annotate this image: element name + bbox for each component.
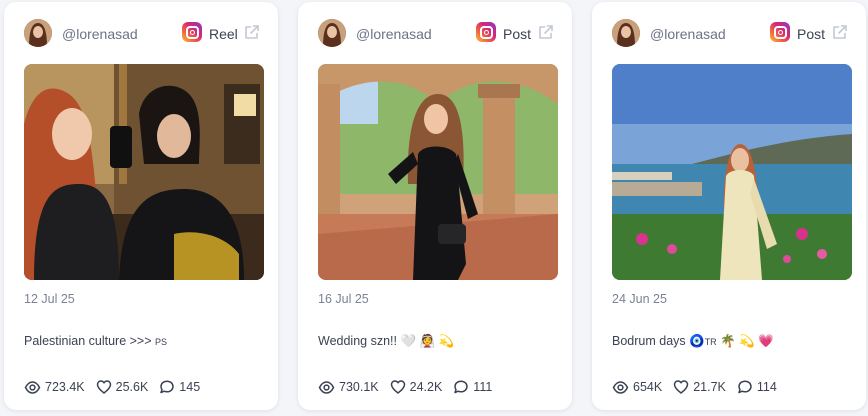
likes-stat: 25.6K	[96, 379, 149, 395]
comments-stat: 114	[737, 379, 777, 395]
instagram-icon	[182, 22, 202, 42]
external-link-icon[interactable]	[537, 23, 555, 41]
caption-flag: PS	[155, 337, 168, 347]
caption-text: Wedding szn!! 🤍 👰 💫	[318, 334, 455, 348]
card-header: @lorenasad Post	[298, 18, 572, 50]
post-card[interactable]: @lorenasad Post	[592, 2, 866, 410]
instagram-icon	[476, 22, 496, 42]
instagram-icon	[770, 22, 790, 42]
post-caption: Wedding szn!! 🤍 👰 💫	[318, 334, 454, 349]
external-link-icon[interactable]	[831, 23, 849, 41]
post-image[interactable]	[24, 64, 264, 280]
avatar[interactable]	[24, 19, 52, 47]
post-card[interactable]: @lorenasad Post	[298, 2, 572, 410]
post-image[interactable]	[318, 64, 558, 280]
post-card[interactable]: @lorenasad Reel 12 Jul 25 Palestinian cu…	[4, 2, 278, 410]
post-type-label: Post	[503, 26, 532, 42]
eye-icon	[24, 380, 41, 394]
comments-count: 111	[473, 380, 493, 394]
post-type-label: Post	[797, 26, 826, 42]
card-header: @lorenasad Post	[592, 18, 866, 50]
comments-stat: 145	[159, 379, 200, 395]
account-handle[interactable]: @lorenasad	[62, 26, 138, 42]
caption-flag: TR	[704, 337, 717, 347]
views-stat: 730.1K	[318, 379, 379, 396]
heart-icon	[96, 380, 111, 394]
likes-count: 25.6K	[115, 380, 149, 394]
avatar[interactable]	[612, 19, 640, 47]
post-caption: Bodrum days 🧿TR 🌴 💫 💗	[612, 334, 774, 349]
account-handle[interactable]: @lorenasad	[650, 26, 726, 42]
caption-emoji: 🌴 💫 💗	[716, 334, 774, 348]
comment-icon	[454, 380, 469, 394]
account-handle[interactable]: @lorenasad	[356, 26, 432, 42]
avatar[interactable]	[318, 19, 346, 47]
caption-text: Bodrum days 🧿	[612, 334, 705, 348]
post-date: 12 Jul 25	[24, 292, 75, 306]
comment-icon	[160, 380, 175, 394]
likes-count: 24.2K	[409, 380, 443, 394]
post-stats: 730.1K 24.2K 111	[318, 378, 503, 396]
post-type-label: Reel	[209, 26, 238, 42]
likes-stat: 24.2K	[390, 379, 443, 395]
caption-text: Palestinian culture >>>	[24, 334, 155, 348]
heart-icon	[390, 380, 405, 394]
post-image[interactable]	[612, 64, 852, 280]
likes-stat: 21.7K	[673, 379, 726, 395]
views-stat: 654K	[612, 379, 662, 396]
post-stats: 654K 21.7K 114	[612, 378, 788, 396]
views-count: 730.1K	[339, 380, 379, 394]
comment-icon	[738, 380, 752, 394]
eye-icon	[318, 380, 335, 394]
views-count: 723.4K	[45, 380, 85, 394]
post-date: 24 Jun 25	[612, 292, 667, 306]
post-stats: 723.4K 25.6K 145	[24, 378, 211, 396]
views-stat: 723.4K	[24, 379, 85, 396]
external-link-icon[interactable]	[243, 23, 261, 41]
comments-stat: 111	[453, 379, 492, 395]
comments-count: 114	[756, 380, 777, 394]
post-date: 16 Jul 25	[318, 292, 369, 306]
heart-icon	[673, 380, 689, 394]
views-count: 654K	[633, 380, 663, 394]
eye-icon	[612, 380, 629, 394]
comments-count: 145	[179, 380, 201, 394]
card-header: @lorenasad Reel	[4, 18, 278, 50]
likes-count: 21.7K	[693, 380, 726, 394]
post-caption: Palestinian culture >>> PS	[24, 334, 167, 348]
